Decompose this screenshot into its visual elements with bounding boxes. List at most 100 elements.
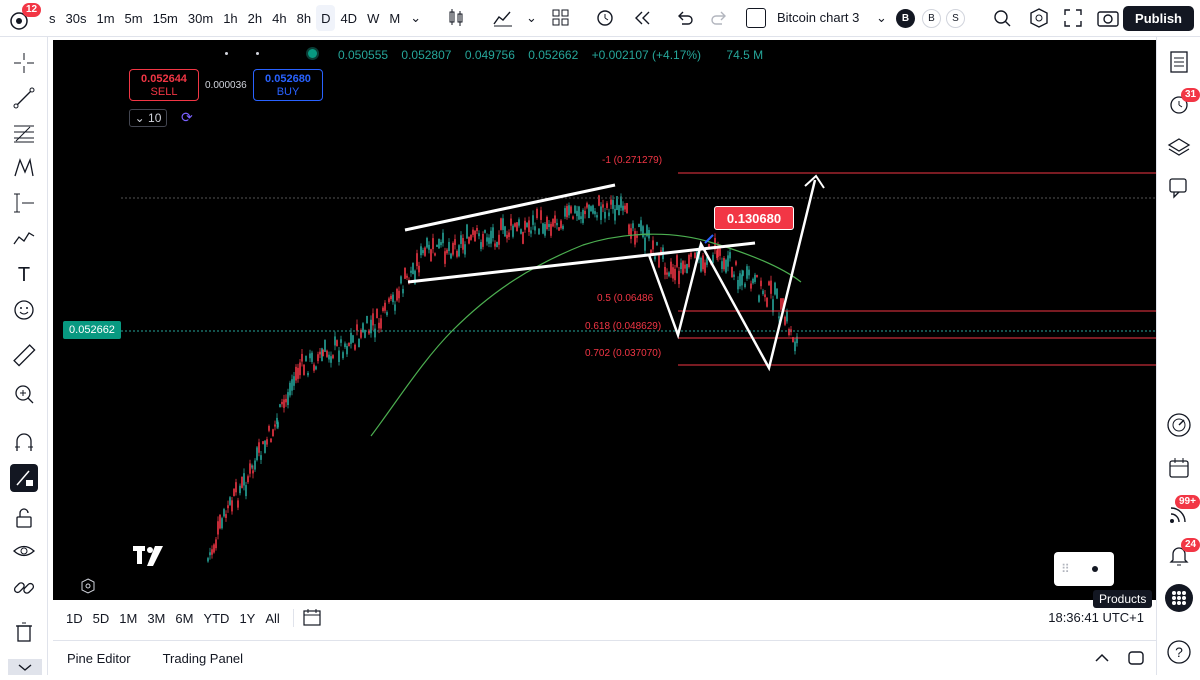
candle-body [772,299,774,313]
trend-line-icon[interactable] [10,84,38,112]
logo-button[interactable]: 12 [6,3,42,32]
range-1d[interactable]: 1D [61,611,88,626]
range-3m[interactable]: 3M [142,611,170,626]
emoji-icon[interactable] [10,296,38,324]
range-ytd[interactable]: YTD [198,611,234,626]
maximize-panel-icon[interactable] [1127,649,1145,670]
layout-checkbox-icon[interactable] [746,8,766,28]
pattern-icon[interactable] [10,154,38,182]
interval-5m[interactable]: 5m [120,5,148,31]
chevron-up-icon[interactable] [1093,649,1111,670]
candle-body [516,222,518,232]
candle-body [690,253,692,257]
sell-button[interactable]: 0.052644 SELL [129,69,199,101]
templates-icon[interactable] [551,8,571,31]
interval-d[interactable]: D [316,5,336,31]
chart-area[interactable]: 0.050555 0.052807 0.049756 0.052662 +0.0… [53,40,1156,600]
interval-1m[interactable]: 1m [91,5,119,31]
candle-body [741,274,743,286]
ruler-icon[interactable] [10,341,38,369]
watchlist-icon[interactable] [1165,48,1193,76]
account-s-button[interactable]: S [946,9,965,28]
clock[interactable]: 18:36:41 UTC+1 [1048,610,1144,625]
interval-1h[interactable]: 1h [218,5,242,31]
zoom-in-icon[interactable] [10,380,38,408]
quantity-select[interactable]: ⌄ 10 [129,109,167,127]
products-grid-icon[interactable] [1165,584,1193,612]
account-b-button[interactable]: B [896,9,915,28]
candle-body [678,270,680,285]
candle-body [760,280,762,287]
layers-icon[interactable] [1165,133,1193,161]
range-1y[interactable]: 1Y [234,611,260,626]
fullscreen-icon[interactable] [1062,7,1084,32]
interval-8h[interactable]: 8h [292,5,316,31]
candle-body [554,215,556,224]
interval-m[interactable]: M [384,5,405,31]
fib-retracement-icon[interactable] [10,119,38,147]
redo-icon[interactable] [710,9,728,30]
text-icon[interactable]: T [10,261,38,289]
layout-name[interactable]: Bitcoin chart 3 [777,10,859,25]
candle-body [560,220,562,229]
candle-body [776,288,778,299]
chevron-down-icon[interactable]: ⌄ [526,10,537,26]
link-icon[interactable] [10,574,38,602]
buy-button[interactable]: 0.052680 BUY [253,69,323,101]
chevron-down-icon[interactable]: ⌄ [876,10,887,26]
projection-icon[interactable] [10,189,38,217]
candle-body [456,251,458,257]
floating-widget[interactable]: ⠿ [1054,552,1114,586]
trash-icon[interactable] [10,618,38,646]
crosshair-icon[interactable] [10,49,38,77]
eye-icon[interactable] [10,537,38,565]
candle-body [610,199,612,205]
range-1m[interactable]: 1M [114,611,142,626]
candle-body [332,355,334,359]
chat-icon[interactable] [1165,174,1193,202]
account-b2-button[interactable]: B [922,9,941,28]
calendar-icon[interactable] [1165,454,1193,482]
undo-icon[interactable] [676,9,694,30]
candle-body [297,367,299,379]
range-5d[interactable]: 5D [88,611,115,626]
candle-body [688,254,690,268]
lock-icon[interactable] [10,504,38,532]
interval-4h[interactable]: 4h [267,5,291,31]
date-range-icon[interactable] [302,607,322,630]
magnet-icon[interactable] [10,429,38,457]
alert-icon[interactable] [594,7,616,32]
candle-body [542,223,544,234]
refresh-icon[interactable]: ⟳ [181,109,193,126]
range-all[interactable]: All [260,611,284,626]
tab-pine-editor[interactable]: Pine Editor [67,651,131,666]
indicators-icon[interactable] [492,8,514,31]
candle-body [602,204,604,208]
settings-icon[interactable] [1028,7,1050,32]
settings-gear-icon[interactable] [80,578,96,599]
quick-search-icon[interactable] [991,7,1013,32]
interval-30s[interactable]: 30s [61,5,92,31]
candle-body [249,463,251,474]
chevron-down-icon[interactable]: ⌄ [405,5,426,31]
publish-button[interactable]: Publish [1123,6,1194,31]
interval-w[interactable]: W [362,5,384,31]
interval-4d[interactable]: 4D [335,5,362,31]
speedometer-icon[interactable] [1165,411,1193,439]
brush-icon[interactable] [10,224,38,252]
interval-2h[interactable]: 2h [243,5,267,31]
drag-handle-icon[interactable]: ⠿ [1061,562,1070,576]
help-icon[interactable]: ? [1165,638,1193,666]
camera-icon[interactable] [1096,7,1120,32]
interval-s[interactable]: s [44,5,61,31]
draw-lock-icon[interactable] [10,464,38,492]
interval-15m[interactable]: 15m [148,5,183,31]
collapse-toolbar-icon[interactable] [8,659,42,675]
interval-30m[interactable]: 30m [183,5,218,31]
candle-body [502,218,504,230]
candle-type-icon[interactable] [446,8,466,31]
candle-body [628,224,630,235]
tab-trading-panel[interactable]: Trading Panel [163,651,243,666]
replay-icon[interactable] [632,9,652,30]
range-6m[interactable]: 6M [170,611,198,626]
